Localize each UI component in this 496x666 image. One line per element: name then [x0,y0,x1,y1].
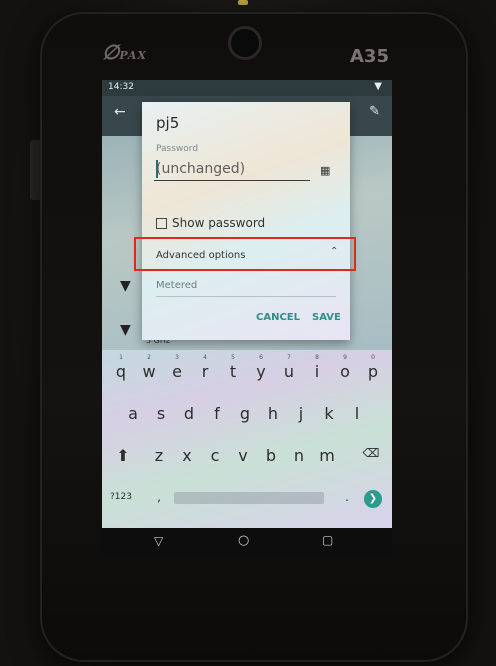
key-v[interactable]: v [230,446,256,465]
symbols-key[interactable]: ?123 [106,492,136,502]
navigation-bar: ▽ ○ ▢ [102,528,392,558]
key-x[interactable]: x [174,446,200,465]
key-u[interactable]: 7u [276,354,302,381]
key-z[interactable]: z [146,446,172,465]
key-i[interactable]: 8i [304,354,330,381]
nav-recents-icon[interactable]: ▢ [322,533,333,547]
arrow-back-icon[interactable]: ← [114,104,126,120]
cancel-button[interactable]: CANCEL [256,312,300,323]
status-led [238,0,248,5]
save-button[interactable]: SAVE [312,312,341,323]
checkbox-icon[interactable] [156,217,167,229]
password-input[interactable] [154,158,310,181]
enter-arrow-icon[interactable]: ❯ [364,490,382,508]
key-k[interactable]: k [316,404,342,423]
divider [156,296,336,297]
space-key[interactable] [174,492,324,504]
backspace-key-icon[interactable]: ⌫ [358,446,384,460]
dialog-title: pj5 [156,114,180,132]
key-c[interactable]: c [202,446,228,465]
wifi-icon: ▼ [374,81,382,92]
key-b[interactable]: b [258,446,284,465]
key-a[interactable]: a [120,404,146,423]
device-model: A35 [350,46,389,67]
wifi-password-dialog: pj5 Password ▦ Show password Advanced op… [142,102,350,340]
camera-icon [228,26,262,60]
show-password-label: Show password [172,216,266,230]
key-s[interactable]: s [148,404,174,423]
key-f[interactable]: f [204,404,230,423]
key-e[interactable]: 3e [164,354,190,381]
key-t[interactable]: 5t [220,354,246,381]
chevron-up-icon: ⌃ [330,246,339,257]
key-r[interactable]: 4r [192,354,218,381]
metered-dropdown[interactable]: Metered [156,280,197,291]
shift-key-icon[interactable]: ⬆ [110,446,136,465]
wifi-icon: ▼ [120,278,131,294]
nav-back-icon[interactable]: ▽ [154,534,163,548]
wifi-icon: ▼ [120,322,131,338]
key-n[interactable]: n [286,446,312,465]
key-j[interactable]: j [288,404,314,423]
brand-logo: ∅PAX [102,40,147,64]
text-cursor [156,160,158,178]
qr-scan-icon[interactable]: ▦ [320,164,330,177]
key-h[interactable]: h [260,404,286,423]
pencil-icon[interactable]: ✎ [369,104,380,119]
key-g[interactable]: g [232,404,258,423]
status-time: 14:32 [108,82,134,92]
advanced-options-label: Advanced options [156,250,246,261]
key-y[interactable]: 6y [248,354,274,381]
soft-keyboard: 1q 2w 3e 4r 5t 6y 7u 8i 9o 0p a s d f g … [102,350,392,528]
show-password-checkbox[interactable]: Show password [156,216,265,230]
password-label: Password [156,144,199,154]
key-w[interactable]: 2w [136,354,162,381]
period-key[interactable]: . [334,490,360,504]
key-p[interactable]: 0p [360,354,386,381]
status-bar: 14:32 ▼ [102,80,392,96]
nav-home-icon[interactable]: ○ [238,533,249,548]
device-screen: 14:32 ▼ ← ✎ ▼ ▼ 5 GHz pj5 Password ▦ Sho… [102,80,392,528]
key-d[interactable]: d [176,404,202,423]
comma-key[interactable]: , [146,490,172,504]
key-o[interactable]: 9o [332,354,358,381]
key-q[interactable]: 1q [108,354,134,381]
key-m[interactable]: m [314,446,340,465]
key-l[interactable]: l [344,404,370,423]
advanced-options-toggle[interactable]: Advanced options ⌃ [142,238,350,274]
